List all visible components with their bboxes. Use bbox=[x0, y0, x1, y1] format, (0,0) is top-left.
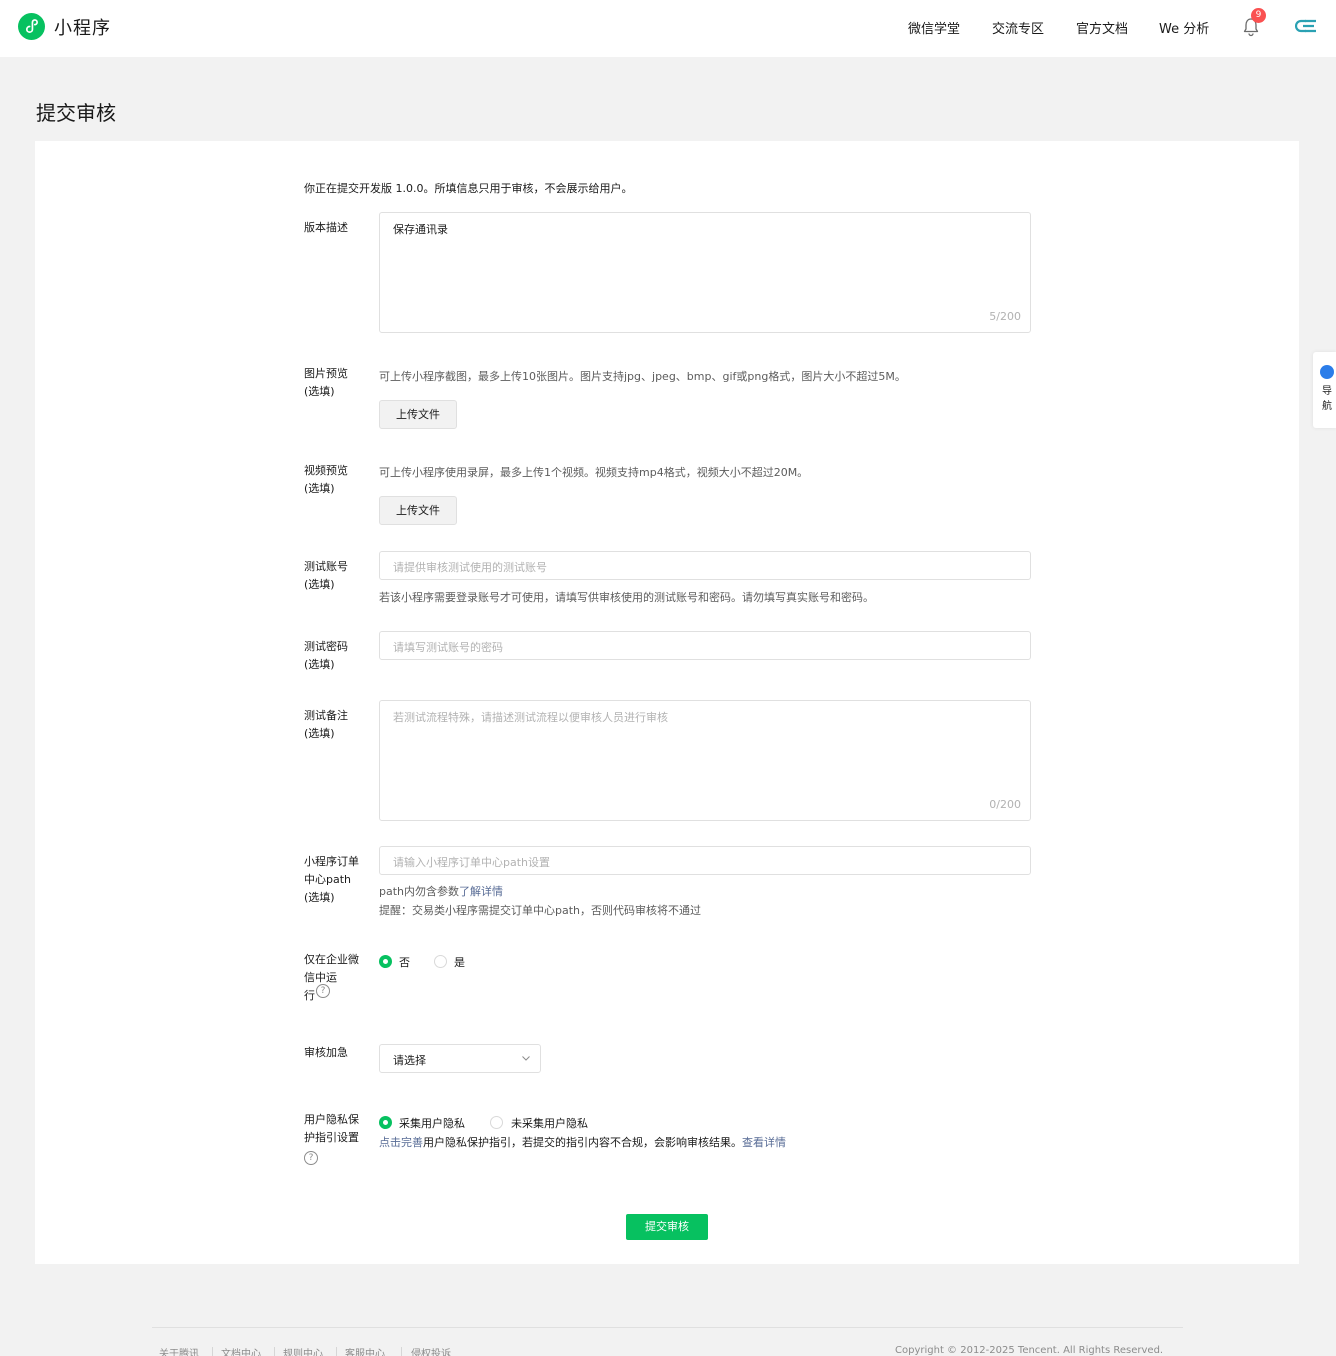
version-desc-value: 保存通讯录 bbox=[393, 223, 448, 236]
nav-we-analytics[interactable]: We 分析 bbox=[1159, 18, 1209, 37]
account-logo-icon[interactable] bbox=[1295, 19, 1317, 33]
top-bar: 小程序 微信学堂 交流专区 官方文档 We 分析 9 bbox=[0, 0, 1336, 57]
wework-only-yes-label[interactable]: 是 bbox=[454, 954, 465, 970]
footer-link-about[interactable]: 关于腾讯 bbox=[159, 1345, 199, 1356]
test-note-label-line: 测试备注 bbox=[304, 709, 348, 722]
logo[interactable]: 小程序 bbox=[18, 13, 111, 40]
side-nav-widget[interactable]: 导航 bbox=[1313, 352, 1336, 428]
order-path-label-line-2: 中心path bbox=[304, 873, 352, 886]
nav-community[interactable]: 交流专区 bbox=[992, 18, 1044, 37]
test-account-input[interactable]: 请提供审核测试使用的测试账号 bbox=[379, 551, 1031, 580]
wework-only-label-line-3: 行 bbox=[304, 989, 315, 1002]
side-nav-label: 导航 bbox=[1322, 386, 1332, 412]
wework-only-yes-radio[interactable] bbox=[434, 955, 447, 968]
test-account-optional: (选填) bbox=[304, 578, 335, 591]
order-path-learn-more-link[interactable]: 了解详情 bbox=[459, 885, 503, 898]
video-upload-button[interactable]: 上传文件 bbox=[379, 496, 457, 525]
order-path-label-line-1: 小程序订单 bbox=[304, 855, 359, 868]
privacy-not-collect-radio[interactable] bbox=[490, 1116, 503, 1129]
mini-program-logo-icon bbox=[18, 13, 45, 40]
image-preview-hint: 可上传小程序截图，最多上传10张图片。图片支持jpg、jpeg、bmp、gif或… bbox=[379, 370, 906, 383]
version-desc-counter: 5/200 bbox=[989, 310, 1021, 323]
test-account-placeholder: 请提供审核测试使用的测试账号 bbox=[393, 561, 547, 574]
order-path-label: 小程序订单 中心path (选填) bbox=[304, 853, 366, 907]
privacy-note-text: 用户隐私保护指引，若提交的指引内容不合规，会影响审核结果。 bbox=[423, 1136, 742, 1149]
privacy-collect-radio[interactable] bbox=[379, 1116, 392, 1129]
form-intro: 你正在提交开发版 1.0.0。所填信息只用于审核，不会展示给用户。 bbox=[304, 182, 633, 195]
footer-link-rules[interactable]: 规则中心 bbox=[283, 1345, 323, 1356]
wework-only-label-line-2: 信中运 bbox=[304, 971, 337, 984]
footer-divider bbox=[152, 1327, 1183, 1328]
copyright: Copyright © 2012-2025 Tencent. All Right… bbox=[895, 1345, 1164, 1356]
nav-official-docs[interactable]: 官方文档 bbox=[1076, 18, 1128, 37]
privacy-help-question-icon[interactable]: ? bbox=[304, 1151, 318, 1165]
image-upload-button[interactable]: 上传文件 bbox=[379, 400, 457, 429]
privacy-complete-link[interactable]: 点击完善 bbox=[379, 1136, 423, 1149]
privacy-label-line-1: 用户隐私保 bbox=[304, 1113, 359, 1126]
test-note-counter: 0/200 bbox=[989, 798, 1021, 811]
order-path-optional: (选填) bbox=[304, 891, 335, 904]
video-preview-label: 视频预览 (选填) bbox=[304, 462, 366, 498]
test-password-label-line: 测试密码 bbox=[304, 640, 348, 653]
test-password-input[interactable]: 请填写测试账号的密码 bbox=[379, 631, 1031, 660]
video-preview-optional: (选填) bbox=[304, 482, 335, 495]
order-path-hint: path内勿含参数了解详情 bbox=[379, 883, 503, 899]
expedite-select-value: 请选择 bbox=[393, 1054, 426, 1067]
footer-separator bbox=[212, 1347, 213, 1356]
footer-link-docs[interactable]: 文档中心 bbox=[221, 1345, 261, 1356]
nav-wechat-academy[interactable]: 微信学堂 bbox=[908, 18, 960, 37]
image-preview-optional: (选填) bbox=[304, 385, 335, 398]
privacy-collect-label[interactable]: 采集用户隐私 bbox=[399, 1115, 465, 1131]
footer-separator bbox=[401, 1347, 402, 1356]
order-path-placeholder: 请输入小程序订单中心path设置 bbox=[393, 856, 551, 869]
test-note-optional: (选填) bbox=[304, 727, 335, 740]
submit-review-form: 你正在提交开发版 1.0.0。所填信息只用于审核，不会展示给用户。 版本描述 保… bbox=[35, 141, 1299, 1264]
app-name: 小程序 bbox=[54, 17, 111, 39]
image-preview-label-line: 图片预览 bbox=[304, 367, 348, 380]
wework-only-label: 仅在企业微 信中运 行? bbox=[304, 951, 366, 1005]
privacy-label-line-2: 护指引设置 bbox=[304, 1131, 359, 1144]
test-password-placeholder: 请填写测试账号的密码 bbox=[393, 641, 503, 654]
video-preview-label-line: 视频预览 bbox=[304, 464, 348, 477]
page-title: 提交审核 bbox=[36, 101, 116, 125]
footer-link-infringement[interactable]: 侵权投诉 bbox=[411, 1345, 451, 1356]
expedite-select[interactable]: 请选择 bbox=[379, 1044, 541, 1073]
chevron-down-icon bbox=[522, 1056, 530, 1061]
order-path-hint-text: path内勿含参数 bbox=[379, 885, 460, 898]
privacy-note: 点击完善用户隐私保护指引，若提交的指引内容不合规，会影响审核结果。查看详情 bbox=[379, 1134, 786, 1150]
test-note-label: 测试备注 (选填) bbox=[304, 707, 366, 743]
video-preview-hint: 可上传小程序使用录屏，最多上传1个视频。视频支持mp4格式，视频大小不超过20M… bbox=[379, 466, 809, 479]
wework-only-no-radio[interactable] bbox=[379, 955, 392, 968]
footer-link-support[interactable]: 客服中心 bbox=[345, 1345, 385, 1356]
help-question-icon[interactable]: ? bbox=[316, 984, 330, 998]
submit-review-button[interactable]: 提交审核 bbox=[626, 1214, 708, 1240]
test-note-textarea[interactable]: 若测试流程特殊，请描述测试流程以便审核人员进行审核 0/200 bbox=[379, 700, 1031, 821]
test-account-label-line: 测试账号 bbox=[304, 560, 348, 573]
image-preview-label: 图片预览 (选填) bbox=[304, 365, 366, 401]
compass-icon bbox=[1320, 365, 1334, 379]
test-password-label: 测试密码 (选填) bbox=[304, 638, 366, 674]
privacy-details-link[interactable]: 查看详情 bbox=[742, 1136, 786, 1149]
version-desc-label: 版本描述 bbox=[304, 221, 348, 234]
privacy-not-collect-label[interactable]: 未采集用户隐私 bbox=[511, 1115, 588, 1131]
wework-only-label-line-1: 仅在企业微 bbox=[304, 953, 359, 966]
notification-badge: 9 bbox=[1251, 8, 1266, 23]
footer-separator bbox=[336, 1347, 337, 1356]
test-account-label: 测试账号 (选填) bbox=[304, 558, 366, 594]
footer-separator bbox=[274, 1347, 275, 1356]
expedite-label: 审核加急 bbox=[304, 1046, 348, 1059]
test-password-optional: (选填) bbox=[304, 658, 335, 671]
order-path-reminder: 提醒：交易类小程序需提交订单中心path，否则代码审核将不通过 bbox=[379, 904, 702, 917]
test-account-hint: 若该小程序需要登录账号才可使用，请填写供审核使用的测试账号和密码。请勿填写真实账… bbox=[379, 591, 874, 604]
wework-only-no-label[interactable]: 否 bbox=[399, 954, 410, 970]
order-path-input[interactable]: 请输入小程序订单中心path设置 bbox=[379, 846, 1031, 875]
version-desc-textarea[interactable]: 保存通讯录 5/200 bbox=[379, 212, 1031, 333]
privacy-label: 用户隐私保 护指引设置 ? bbox=[304, 1111, 366, 1167]
test-note-placeholder: 若测试流程特殊，请描述测试流程以便审核人员进行审核 bbox=[393, 711, 668, 724]
